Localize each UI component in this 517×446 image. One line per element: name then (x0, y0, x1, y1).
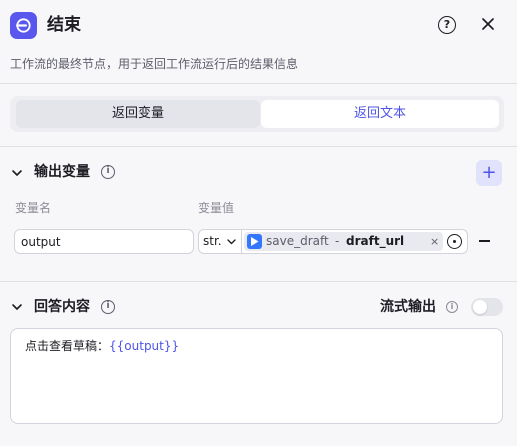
add-variable-button[interactable]: + (476, 160, 502, 186)
variable-name-input[interactable] (14, 229, 194, 254)
info-icon[interactable]: i (101, 300, 115, 314)
stream-output-label: 流式输出 (380, 299, 436, 315)
variable-value-field: str. save_draft - draft_url × (198, 229, 468, 254)
picker-dot (452, 239, 456, 243)
close-icon[interactable] (480, 16, 496, 32)
answer-content-editor[interactable]: 点击查看草稿：{{output}} (10, 328, 503, 424)
column-header-value: 变量值 (198, 201, 235, 215)
info-icon[interactable]: i (446, 301, 458, 313)
answer-text-prefix: 点击查看草稿： (25, 339, 110, 353)
variable-reference-tag[interactable]: save_draft - draft_url × (244, 232, 443, 251)
panel-description: 工作流的最终节点，用于返回工作流运行后的结果信息 (10, 57, 299, 71)
reference-node-name: save_draft (266, 234, 329, 248)
end-node-icon (10, 12, 37, 39)
info-icon[interactable]: i (101, 165, 115, 179)
divider (0, 146, 517, 147)
end-node-panel: 结束 ? 工作流的最终节点，用于返回工作流运行后的结果信息 返回变量 返回文本 … (0, 0, 517, 446)
stream-output-toggle[interactable] (471, 298, 503, 316)
tab-return-variables[interactable]: 返回变量 (16, 100, 260, 128)
chevron-down-icon[interactable] (226, 236, 237, 247)
return-mode-tabs: 返回变量 返回文本 (10, 96, 504, 132)
collapse-chevron-icon[interactable] (11, 167, 23, 179)
answer-content-text: 点击查看草稿：{{output}} (25, 337, 179, 355)
answer-variable-token: {{output}} (109, 339, 180, 353)
output-section-title: 输出变量 (34, 164, 90, 180)
reference-variable-name: draft_url (346, 234, 405, 248)
field-separator (241, 230, 242, 253)
panel-header: 结束 ? (0, 0, 517, 50)
divider (0, 281, 517, 282)
reference-separator: - (335, 234, 340, 248)
tab-return-text[interactable]: 返回文本 (261, 100, 499, 128)
node-icon (247, 234, 262, 249)
variable-picker-icon[interactable] (447, 234, 462, 249)
divider (0, 83, 517, 84)
collapse-chevron-icon[interactable] (11, 301, 23, 313)
column-header-name: 变量名 (15, 201, 52, 215)
clear-reference-icon[interactable]: × (430, 232, 439, 251)
panel-title: 结束 (47, 15, 81, 35)
type-select[interactable]: str. (203, 230, 222, 253)
help-icon[interactable]: ? (438, 16, 456, 34)
toggle-knob (473, 300, 487, 314)
remove-variable-button[interactable] (479, 240, 490, 242)
answer-section-title: 回答内容 (34, 299, 90, 315)
